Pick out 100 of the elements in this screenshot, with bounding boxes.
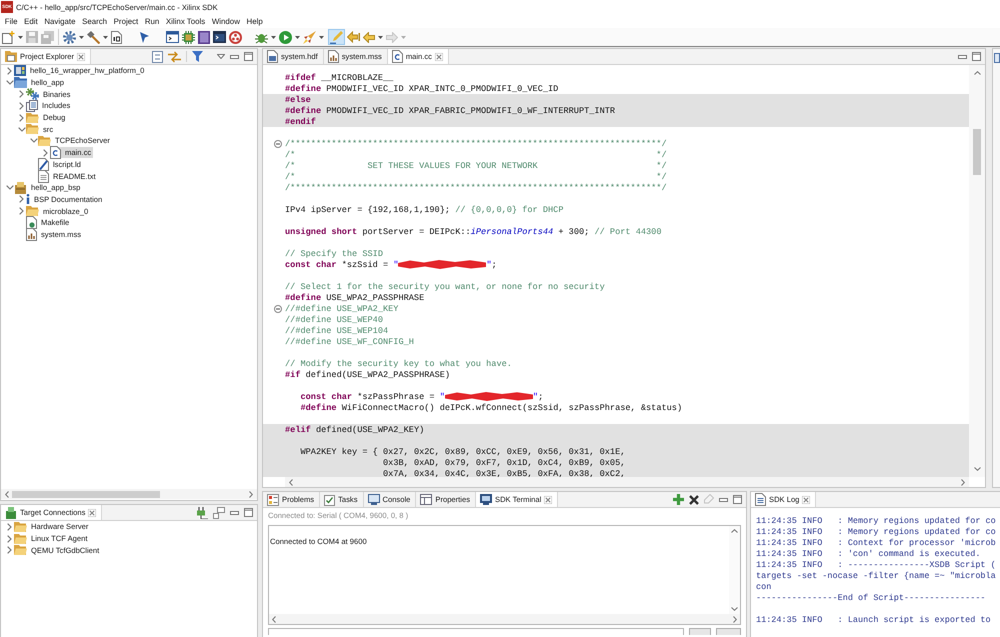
- code-text: //#define USE_WEP104: [285, 326, 388, 336]
- c-file-icon: [50, 146, 61, 160]
- terminal-input-field[interactable]: [268, 628, 684, 635]
- chip-icon: [182, 30, 195, 44]
- minimize-icon[interactable]: [719, 498, 728, 502]
- chevron-right-icon[interactable]: [7, 522, 12, 531]
- log-line: 11:24:35 INFO : Launch script is exported to: [756, 615, 992, 626]
- package-icon: [14, 182, 27, 194]
- scroll-up-icon[interactable]: [731, 529, 738, 533]
- folder-icon: [26, 112, 39, 123]
- console-window-icon: [213, 31, 226, 43]
- chevron-right-icon[interactable]: [43, 148, 48, 157]
- chevron-right-icon[interactable]: [19, 90, 24, 98]
- log-line: 11:24:35 INFO : ----------------XSDB Script (: [756, 560, 997, 571]
- toolbar-button[interactable]: [197, 29, 211, 45]
- run-icon: [279, 30, 292, 44]
- windows-icon[interactable]: [213, 506, 225, 518]
- code-text: IPv4 ipServer = {192,168,1,190}; // {0,0,0,0} for DHCP: [285, 204, 564, 214]
- close-icon[interactable]: [434, 52, 443, 60]
- chevron-right-icon[interactable]: [7, 66, 12, 75]
- monitor-icon: [480, 494, 492, 505]
- chevron-down-icon[interactable]: [18, 126, 26, 132]
- code-text: #ifdef __MICROBLAZE__: [285, 72, 394, 82]
- rocket-icon: [303, 30, 316, 44]
- chevron-down-icon[interactable]: [30, 138, 38, 144]
- horizontal-scrollbar[interactable]: [1, 489, 257, 499]
- toolbar-button[interactable]: [139, 29, 151, 45]
- chevron-right-icon[interactable]: [19, 102, 24, 110]
- scrollbar-thumb[interactable]: [973, 129, 981, 175]
- swap-arrows-icon[interactable]: [168, 50, 181, 62]
- toolbar-button[interactable]: [165, 29, 180, 45]
- scroll-up-icon[interactable]: [974, 71, 980, 75]
- fold-minus-icon[interactable]: [274, 304, 282, 312]
- caret-icon: [103, 36, 108, 38]
- redaction-scribble-icon: [444, 392, 533, 401]
- scroll-left-icon[interactable]: [272, 616, 276, 622]
- maximize-icon[interactable]: [733, 495, 742, 504]
- log-line: 11:24:35 INFO : Memory regions updated for co: [756, 527, 997, 538]
- toolbar-button[interactable]: [110, 29, 123, 45]
- folder-icon: [26, 124, 39, 134]
- monitor-icon: [368, 494, 380, 505]
- chart-file-icon: [26, 228, 37, 241]
- device-icon: [5, 506, 17, 518]
- chevron-down-icon[interactable]: [6, 185, 14, 190]
- chevron-right-icon[interactable]: [19, 207, 24, 216]
- code-text: /************************************************************************/: [285, 138, 667, 148]
- close-icon[interactable]: [544, 496, 552, 504]
- plus-icon[interactable]: [673, 494, 684, 505]
- vertical-scrollbar[interactable]: [969, 65, 985, 477]
- scroll-right-icon[interactable]: [733, 616, 737, 622]
- minimize-icon[interactable]: [958, 54, 967, 58]
- chevron-right-icon[interactable]: [7, 546, 12, 554]
- code-text: /* SET THESE VALUES FOR YOUR NETWORK */: [285, 160, 667, 170]
- scroll-left-icon[interactable]: [5, 490, 9, 498]
- minimize-icon[interactable]: [230, 510, 239, 514]
- horizontal-scrollbar[interactable]: [285, 477, 969, 487]
- gear-icon: [63, 30, 76, 44]
- scroll-down-icon[interactable]: [731, 607, 738, 611]
- cursor-arrow-icon: [140, 32, 150, 42]
- chevron-right-icon[interactable]: [19, 114, 24, 122]
- chevron-right-icon[interactable]: [7, 534, 12, 543]
- close-icon[interactable]: [802, 496, 810, 504]
- save-all-icon: [41, 30, 54, 44]
- x-mark-icon[interactable]: [689, 494, 699, 504]
- folder-icon: [26, 206, 39, 216]
- log-line: 11:24:35 INFO : Context for processor 'microb: [756, 538, 997, 549]
- panel-icon[interactable]: [994, 53, 1000, 63]
- book-icon: [198, 30, 210, 44]
- arrow-to-bar-icon: [347, 31, 360, 43]
- scroll-left-icon[interactable]: [289, 478, 293, 486]
- maximize-icon[interactable]: [244, 508, 253, 517]
- fold-minus-icon[interactable]: [274, 140, 282, 148]
- filter-icon[interactable]: [192, 51, 203, 62]
- code-text: unsigned short portServer = DEIPcK::iPersonalPorts44 + 300; // Port 44300: [285, 226, 662, 236]
- view-menu-icon[interactable]: [217, 54, 225, 59]
- code-text: //#define USE_WPA2_KEY: [285, 304, 398, 314]
- caret-icon: [319, 36, 324, 38]
- toolbar-button[interactable]: [181, 29, 196, 45]
- chevron-down-icon[interactable]: [6, 80, 14, 86]
- close-icon[interactable]: [77, 52, 86, 60]
- code-text: /* */: [285, 172, 667, 182]
- log-line: ----------------End of Script----------------: [756, 593, 987, 604]
- minimize-icon[interactable]: [230, 54, 239, 58]
- close-icon[interactable]: [88, 508, 96, 516]
- toolbar-button[interactable]: [212, 29, 227, 45]
- text-file-icon: [38, 170, 49, 183]
- horizontal-scrollbar[interactable]: [269, 614, 740, 624]
- plug-icon[interactable]: [196, 506, 208, 518]
- scroll-right-icon[interactable]: [961, 478, 965, 486]
- vertical-scrollbar[interactable]: [729, 526, 740, 614]
- chevron-right-icon[interactable]: [19, 195, 24, 204]
- scrollbar-thumb[interactable]: [12, 490, 160, 498]
- maximize-icon[interactable]: [972, 52, 981, 61]
- scroll-right-icon[interactable]: [249, 490, 253, 498]
- maximize-icon[interactable]: [244, 52, 253, 61]
- collapse-all-icon[interactable]: [152, 50, 163, 62]
- circuit-board-icon: [14, 65, 26, 76]
- log-line: con: [756, 582, 772, 593]
- scroll-down-icon[interactable]: [974, 467, 980, 471]
- terminal-window-icon: [166, 31, 179, 43]
